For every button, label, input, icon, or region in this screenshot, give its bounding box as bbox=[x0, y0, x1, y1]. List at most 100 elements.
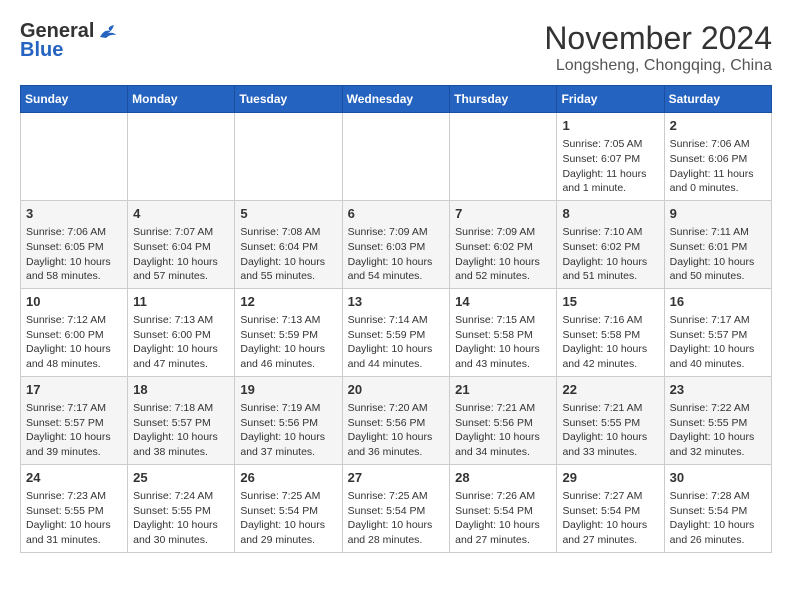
header-day-saturday: Saturday bbox=[664, 86, 771, 113]
day-info: Sunrise: 7:27 AM Sunset: 5:54 PM Dayligh… bbox=[562, 490, 647, 546]
calendar-cell: 14 Sunrise: 7:15 AM Sunset: 5:58 PM Dayli… bbox=[450, 288, 557, 376]
day-info: Sunrise: 7:19 AM Sunset: 5:56 PM Dayligh… bbox=[240, 402, 325, 458]
calendar-cell: 17 Sunrise: 7:17 AM Sunset: 5:57 PM Dayli… bbox=[21, 376, 128, 464]
header-day-monday: Monday bbox=[128, 86, 235, 113]
header-day-friday: Friday bbox=[557, 86, 664, 113]
day-info: Sunrise: 7:13 AM Sunset: 5:59 PM Dayligh… bbox=[240, 314, 325, 370]
calendar-cell: 3 Sunrise: 7:06 AM Sunset: 6:05 PM Daylig… bbox=[21, 200, 128, 288]
logo: General Blue bbox=[20, 20, 118, 62]
calendar-cell: 19 Sunrise: 7:19 AM Sunset: 5:56 PM Dayli… bbox=[235, 376, 342, 464]
calendar-cell bbox=[128, 113, 235, 201]
calendar-cell: 12 Sunrise: 7:13 AM Sunset: 5:59 PM Dayli… bbox=[235, 288, 342, 376]
calendar-cell: 27 Sunrise: 7:25 AM Sunset: 5:54 PM Dayli… bbox=[342, 464, 450, 552]
day-number: 11 bbox=[133, 293, 229, 311]
day-number: 27 bbox=[348, 469, 445, 487]
day-info: Sunrise: 7:09 AM Sunset: 6:03 PM Dayligh… bbox=[348, 226, 433, 282]
calendar-cell: 26 Sunrise: 7:25 AM Sunset: 5:54 PM Dayli… bbox=[235, 464, 342, 552]
day-number: 3 bbox=[26, 205, 122, 223]
day-number: 25 bbox=[133, 469, 229, 487]
calendar-cell: 8Sunrise: 7:10 AM Sunset: 6:02 PM Daylig… bbox=[557, 200, 664, 288]
calendar-cell bbox=[450, 113, 557, 201]
day-info: Sunrise: 7:06 AM Sunset: 6:05 PM Dayligh… bbox=[26, 226, 111, 282]
day-number: 6 bbox=[348, 205, 445, 223]
day-number: 18 bbox=[133, 381, 229, 399]
calendar-cell: 2 Sunrise: 7:06 AM Sunset: 6:06 PM Daylig… bbox=[664, 113, 771, 201]
week-row-1: 3 Sunrise: 7:06 AM Sunset: 6:05 PM Daylig… bbox=[21, 200, 772, 288]
day-number: 30 bbox=[670, 469, 766, 487]
day-info: Sunrise: 7:21 AM Sunset: 5:56 PM Dayligh… bbox=[455, 402, 540, 458]
month-title: November 2024 bbox=[544, 20, 772, 57]
day-info: Sunrise: 7:25 AM Sunset: 5:54 PM Dayligh… bbox=[348, 490, 433, 546]
day-number: 29 bbox=[562, 469, 658, 487]
calendar-cell: 7Sunrise: 7:09 AM Sunset: 6:02 PM Daylig… bbox=[450, 200, 557, 288]
day-number: 22 bbox=[562, 381, 658, 399]
calendar-cell: 16 Sunrise: 7:17 AM Sunset: 5:57 PM Dayli… bbox=[664, 288, 771, 376]
day-info: Sunrise: 7:23 AM Sunset: 5:55 PM Dayligh… bbox=[26, 490, 111, 546]
calendar-cell: 6 Sunrise: 7:09 AM Sunset: 6:03 PM Daylig… bbox=[342, 200, 450, 288]
calendar-cell: 11Sunrise: 7:13 AM Sunset: 6:00 PM Dayli… bbox=[128, 288, 235, 376]
calendar-cell: 29 Sunrise: 7:27 AM Sunset: 5:54 PM Dayli… bbox=[557, 464, 664, 552]
header-day-tuesday: Tuesday bbox=[235, 86, 342, 113]
day-info: Sunrise: 7:08 AM Sunset: 6:04 PM Dayligh… bbox=[240, 226, 325, 282]
day-info: Sunrise: 7:15 AM Sunset: 5:58 PM Dayligh… bbox=[455, 314, 540, 370]
day-number: 28 bbox=[455, 469, 551, 487]
calendar-cell: 9 Sunrise: 7:11 AM Sunset: 6:01 PM Daylig… bbox=[664, 200, 771, 288]
calendar-body: 1 Sunrise: 7:05 AM Sunset: 6:07 PM Daylig… bbox=[21, 113, 772, 553]
day-info: Sunrise: 7:14 AM Sunset: 5:59 PM Dayligh… bbox=[348, 314, 433, 370]
day-number: 24 bbox=[26, 469, 122, 487]
day-number: 2 bbox=[670, 117, 766, 135]
day-info: Sunrise: 7:12 AM Sunset: 6:00 PM Dayligh… bbox=[26, 314, 111, 370]
day-number: 19 bbox=[240, 381, 336, 399]
calendar-cell: 4Sunrise: 7:07 AM Sunset: 6:04 PM Daylig… bbox=[128, 200, 235, 288]
week-row-0: 1 Sunrise: 7:05 AM Sunset: 6:07 PM Daylig… bbox=[21, 113, 772, 201]
calendar-cell: 13 Sunrise: 7:14 AM Sunset: 5:59 PM Dayli… bbox=[342, 288, 450, 376]
calendar-header-row: SundayMondayTuesdayWednesdayThursdayFrid… bbox=[21, 86, 772, 113]
day-number: 16 bbox=[670, 293, 766, 311]
day-number: 12 bbox=[240, 293, 336, 311]
day-number: 7 bbox=[455, 205, 551, 223]
day-info: Sunrise: 7:11 AM Sunset: 6:01 PM Dayligh… bbox=[670, 226, 755, 282]
day-number: 17 bbox=[26, 381, 122, 399]
calendar-cell: 30 Sunrise: 7:28 AM Sunset: 5:54 PM Dayli… bbox=[664, 464, 771, 552]
day-number: 13 bbox=[348, 293, 445, 311]
day-info: Sunrise: 7:26 AM Sunset: 5:54 PM Dayligh… bbox=[455, 490, 540, 546]
day-info: Sunrise: 7:06 AM Sunset: 6:06 PM Dayligh… bbox=[670, 138, 754, 194]
day-info: Sunrise: 7:20 AM Sunset: 5:56 PM Dayligh… bbox=[348, 402, 433, 458]
day-number: 26 bbox=[240, 469, 336, 487]
day-info: Sunrise: 7:24 AM Sunset: 5:55 PM Dayligh… bbox=[133, 490, 218, 546]
header-day-wednesday: Wednesday bbox=[342, 86, 450, 113]
calendar-cell: 24 Sunrise: 7:23 AM Sunset: 5:55 PM Dayli… bbox=[21, 464, 128, 552]
day-info: Sunrise: 7:05 AM Sunset: 6:07 PM Dayligh… bbox=[562, 138, 646, 194]
calendar-cell: 22 Sunrise: 7:21 AM Sunset: 5:55 PM Dayli… bbox=[557, 376, 664, 464]
day-info: Sunrise: 7:28 AM Sunset: 5:54 PM Dayligh… bbox=[670, 490, 755, 546]
day-number: 1 bbox=[562, 117, 658, 135]
calendar-cell: 1 Sunrise: 7:05 AM Sunset: 6:07 PM Daylig… bbox=[557, 113, 664, 201]
day-info: Sunrise: 7:17 AM Sunset: 5:57 PM Dayligh… bbox=[670, 314, 755, 370]
day-info: Sunrise: 7:25 AM Sunset: 5:54 PM Dayligh… bbox=[240, 490, 325, 546]
calendar-cell bbox=[342, 113, 450, 201]
day-info: Sunrise: 7:18 AM Sunset: 5:57 PM Dayligh… bbox=[133, 402, 218, 458]
day-info: Sunrise: 7:16 AM Sunset: 5:58 PM Dayligh… bbox=[562, 314, 647, 370]
location: Longsheng, Chongqing, China bbox=[544, 57, 772, 75]
day-info: Sunrise: 7:22 AM Sunset: 5:55 PM Dayligh… bbox=[670, 402, 755, 458]
day-number: 14 bbox=[455, 293, 551, 311]
day-info: Sunrise: 7:21 AM Sunset: 5:55 PM Dayligh… bbox=[562, 402, 647, 458]
calendar-cell: 21Sunrise: 7:21 AM Sunset: 5:56 PM Dayli… bbox=[450, 376, 557, 464]
calendar-table: SundayMondayTuesdayWednesdayThursdayFrid… bbox=[20, 85, 772, 553]
day-number: 8 bbox=[562, 205, 658, 223]
day-number: 15 bbox=[562, 293, 658, 311]
calendar-cell: 28 Sunrise: 7:26 AM Sunset: 5:54 PM Dayli… bbox=[450, 464, 557, 552]
calendar-cell bbox=[235, 113, 342, 201]
calendar-cell: 25 Sunrise: 7:24 AM Sunset: 5:55 PM Dayli… bbox=[128, 464, 235, 552]
calendar-cell: 23Sunrise: 7:22 AM Sunset: 5:55 PM Dayli… bbox=[664, 376, 771, 464]
week-row-2: 10Sunrise: 7:12 AM Sunset: 6:00 PM Dayli… bbox=[21, 288, 772, 376]
title-area: November 2024 Longsheng, Chongqing, Chin… bbox=[544, 20, 772, 75]
calendar-cell: 10Sunrise: 7:12 AM Sunset: 6:00 PM Dayli… bbox=[21, 288, 128, 376]
day-number: 5 bbox=[240, 205, 336, 223]
calendar-cell: 18 Sunrise: 7:18 AM Sunset: 5:57 PM Dayli… bbox=[128, 376, 235, 464]
week-row-3: 17 Sunrise: 7:17 AM Sunset: 5:57 PM Dayli… bbox=[21, 376, 772, 464]
calendar-cell: 20Sunrise: 7:20 AM Sunset: 5:56 PM Dayli… bbox=[342, 376, 450, 464]
day-number: 9 bbox=[670, 205, 766, 223]
day-info: Sunrise: 7:17 AM Sunset: 5:57 PM Dayligh… bbox=[26, 402, 111, 458]
day-info: Sunrise: 7:07 AM Sunset: 6:04 PM Dayligh… bbox=[133, 226, 218, 282]
